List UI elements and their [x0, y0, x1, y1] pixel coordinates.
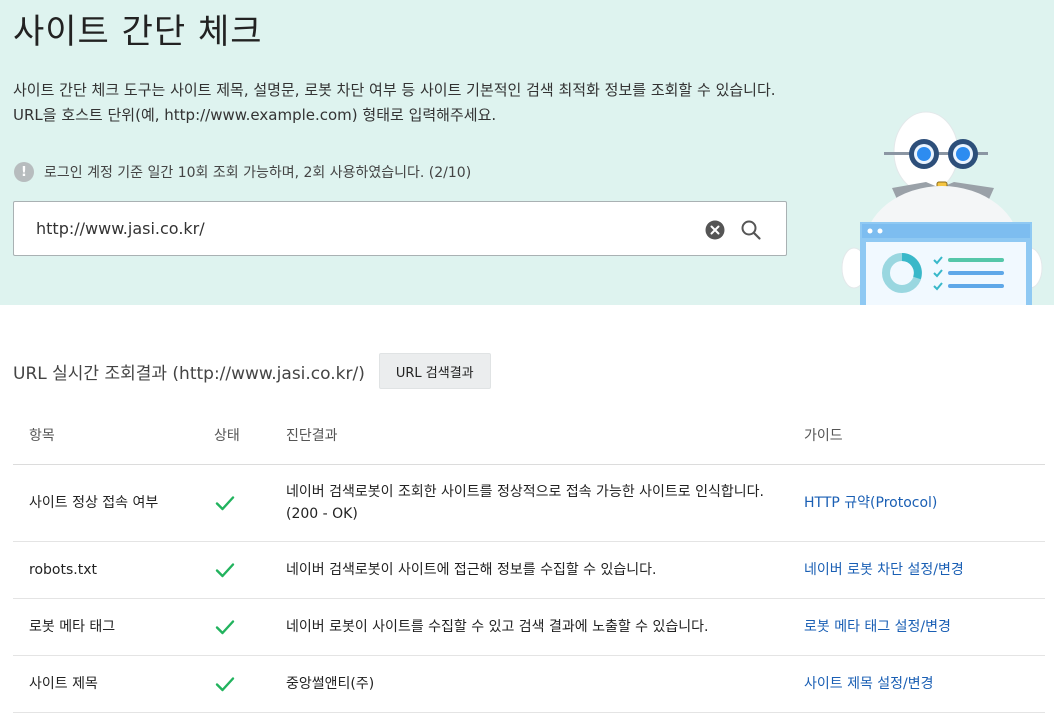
clear-icon[interactable]: [705, 220, 725, 240]
row-guide: 로봇 메타 태그 설정/변경: [804, 598, 1045, 656]
check-icon: [215, 562, 235, 577]
row-result-text: 네이버 검색로봇이 조회한 사이트를 정상적으로 접속 가능한 사이트로 인식합…: [286, 483, 764, 500]
url-input[interactable]: [14, 202, 694, 255]
exclamation-icon: !: [14, 162, 34, 182]
table-header-row: 항목 상태 진단결과 가이드: [13, 406, 1045, 465]
table-row: 로봇 메타 태그 네이버 로봇이 사이트를 수집할 수 있고 검색 결과에 노출…: [13, 598, 1045, 656]
results-table: 항목 상태 진단결과 가이드 사이트 정상 접속 여부 네이버 검색로봇이 조회…: [13, 406, 1045, 713]
result-title: URL 실시간 조회결과 (http://www.jasi.co.kr/): [13, 363, 365, 384]
url-search-box: [13, 201, 787, 256]
table-row: 사이트 제목 중앙썰앤티(주) 사이트 제목 설정/변경: [13, 655, 1045, 713]
row-result: 네이버 검색로봇이 조회한 사이트를 정상적으로 접속 가능한 사이트로 인식합…: [286, 464, 804, 542]
description: 사이트 간단 체크 도구는 사이트 제목, 설명문, 로봇 차단 여부 등 사이…: [13, 78, 776, 128]
guide-link-site-title[interactable]: 사이트 제목 설정/변경: [804, 676, 934, 692]
header-item: 항목: [13, 406, 198, 465]
row-item: 사이트 정상 접속 여부: [13, 464, 198, 542]
row-guide: 사이트 제목 설정/변경: [804, 655, 1045, 713]
url-search-result-button[interactable]: URL 검색결과: [378, 353, 491, 389]
description-line-1: 사이트 간단 체크 도구는 사이트 제목, 설명문, 로봇 차단 여부 등 사이…: [13, 81, 776, 99]
description-line-2: URL을 호스트 단위(예, http://www.example.com) 형…: [13, 106, 497, 124]
row-result-code: (200 - OK): [286, 505, 358, 522]
table-row: robots.txt 네이버 검색로봇이 사이트에 접근해 정보를 수집할 수 …: [13, 541, 1045, 599]
row-guide: HTTP 규약(Protocol): [804, 464, 1045, 542]
hero-section: 사이트 간단 체크 사이트 간단 체크 도구는 사이트 제목, 설명문, 로봇 …: [0, 0, 1054, 305]
search-icon[interactable]: [740, 219, 762, 241]
row-result: 네이버 로봇이 사이트를 수집할 수 있고 검색 결과에 노출할 수 있습니다.: [286, 598, 804, 656]
row-item: 로봇 메타 태그: [13, 598, 198, 656]
header-guide: 가이드: [804, 406, 1045, 465]
row-guide: 네이버 로봇 차단 설정/변경: [804, 541, 1045, 599]
page-title: 사이트 간단 체크: [13, 12, 263, 52]
guide-link-robot-meta[interactable]: 로봇 메타 태그 설정/변경: [804, 619, 951, 635]
row-result: 중앙썰앤티(주): [286, 655, 804, 713]
row-status: [198, 541, 286, 599]
guide-link-robot-block[interactable]: 네이버 로봇 차단 설정/변경: [804, 562, 964, 578]
row-result: 네이버 검색로봇이 사이트에 접근해 정보를 수집할 수 있습니다.: [286, 541, 804, 599]
row-item: 사이트 제목: [13, 655, 198, 713]
usage-notice: ! 로그인 계정 기준 일간 10회 조회 가능하며, 2회 사용하였습니다. …: [14, 162, 471, 182]
check-icon: [215, 619, 235, 634]
table-row: 사이트 정상 접속 여부 네이버 검색로봇이 조회한 사이트를 정상적으로 접속…: [13, 464, 1045, 542]
result-header: URL 실시간 조회결과 (http://www.jasi.co.kr/) UR…: [13, 353, 491, 389]
usage-notice-text: 로그인 계정 기준 일간 10회 조회 가능하며, 2회 사용하였습니다. (2…: [44, 165, 472, 181]
robot-illustration: [841, 111, 1043, 305]
header-status: 상태: [198, 406, 286, 465]
row-status: [198, 655, 286, 713]
header-result: 진단결과: [286, 406, 804, 465]
check-icon: [215, 495, 235, 510]
row-status: [198, 464, 286, 542]
check-icon: [215, 676, 235, 691]
row-item: robots.txt: [13, 541, 198, 599]
row-status: [198, 598, 286, 656]
guide-link-http-protocol[interactable]: HTTP 규약(Protocol): [804, 495, 937, 511]
